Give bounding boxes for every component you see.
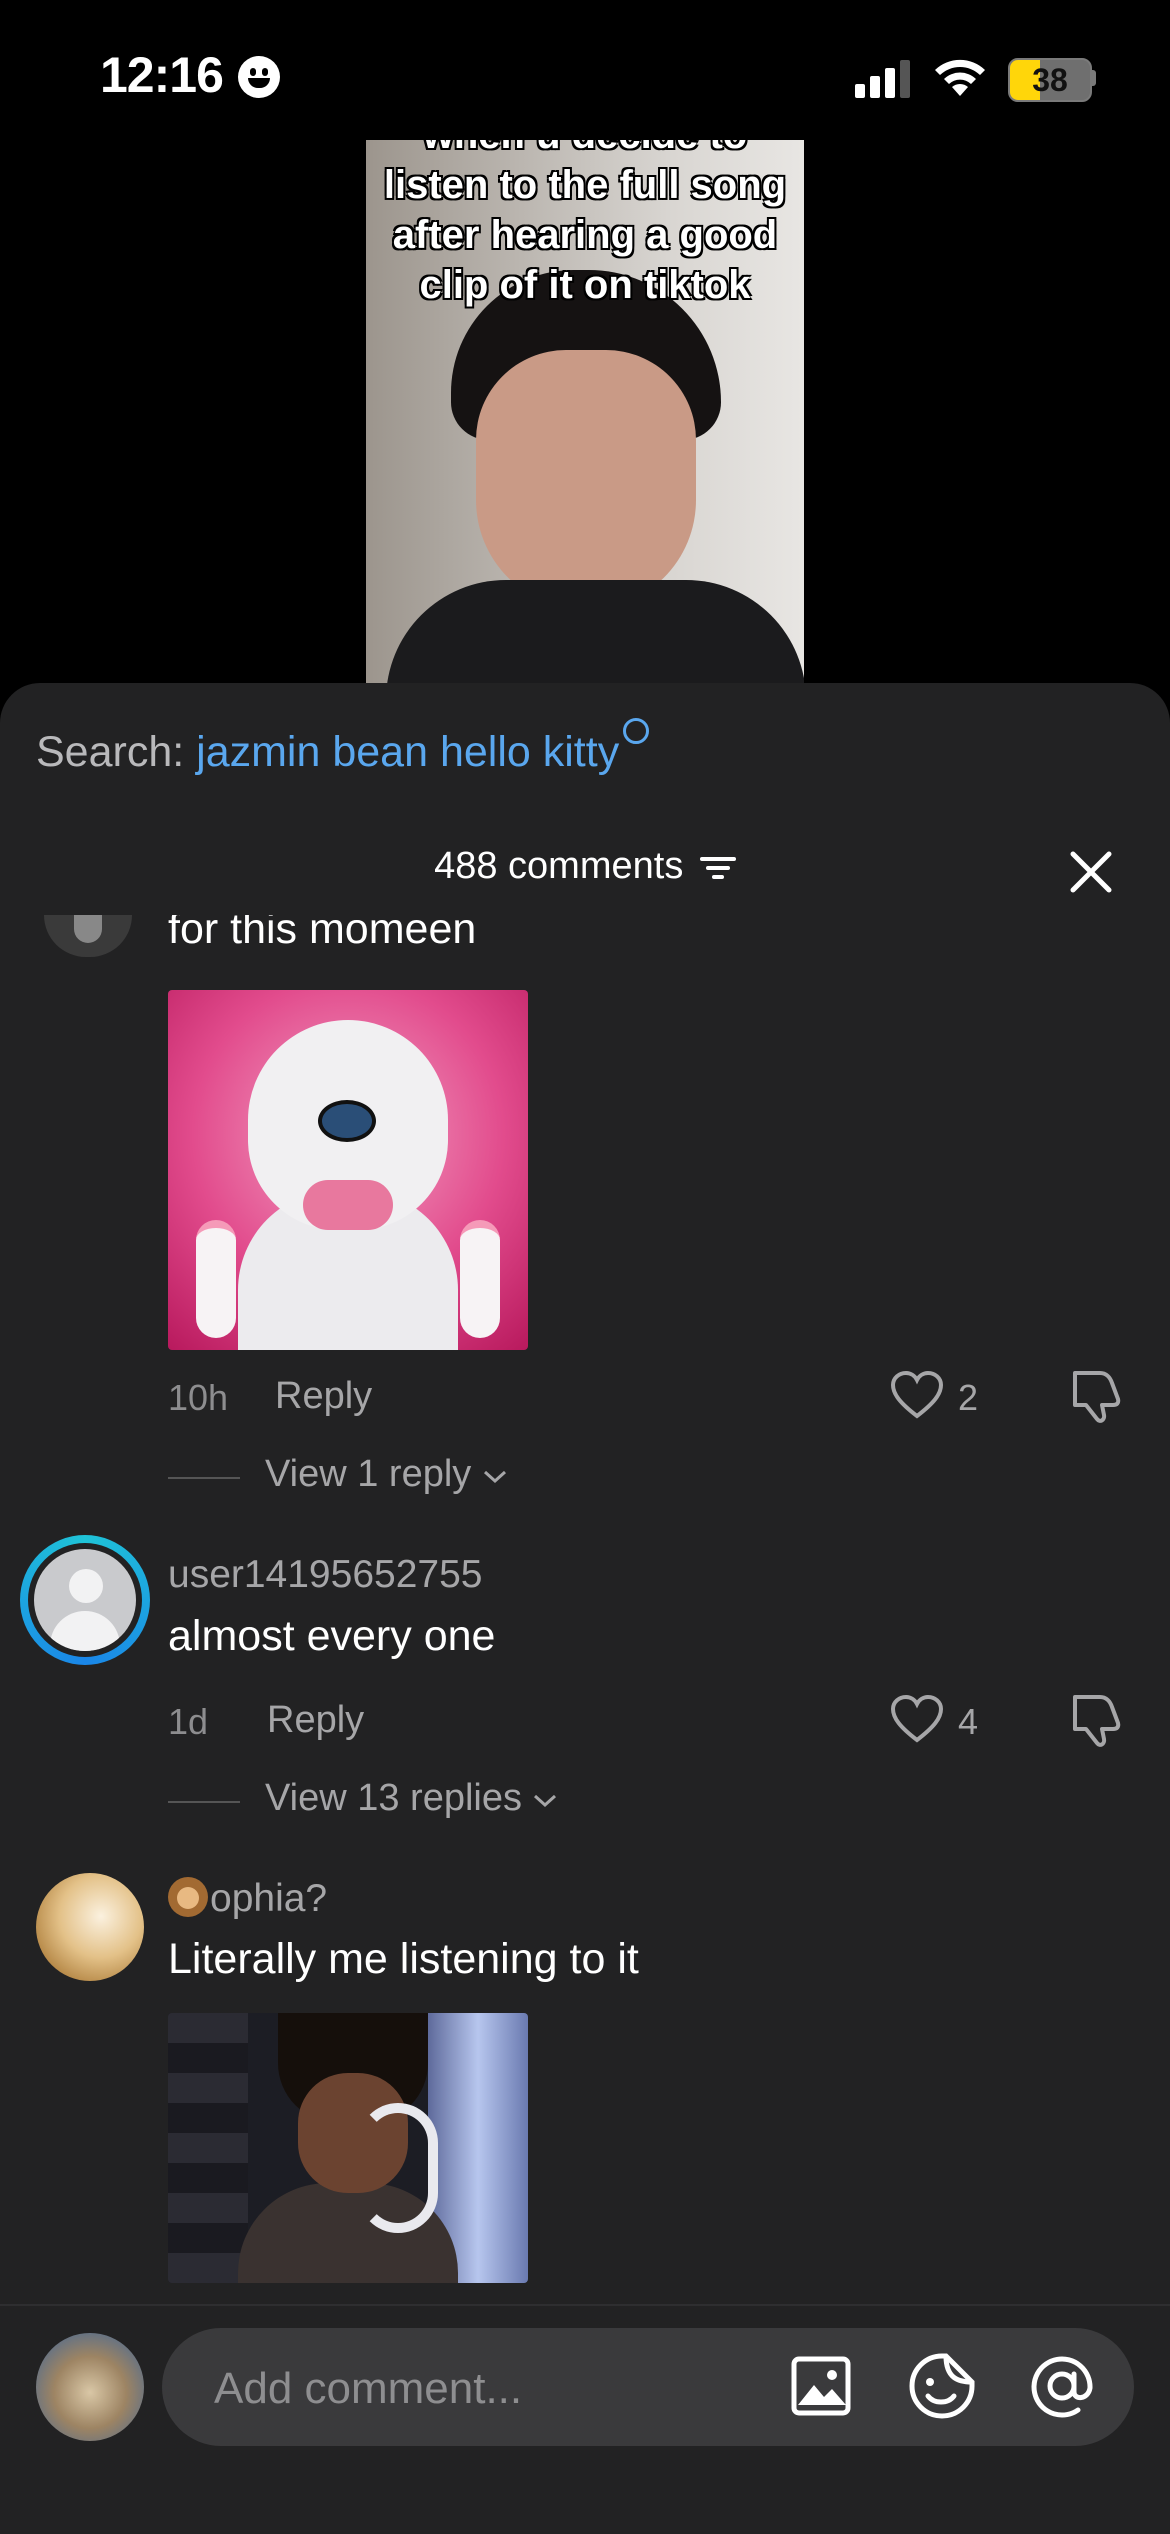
- view-replies-label: View 13 replies: [265, 1777, 523, 1819]
- reply-button[interactable]: Reply: [275, 1375, 372, 1418]
- battery-icon: 38: [1008, 58, 1092, 102]
- comment-gif[interactable]: [168, 2013, 528, 2283]
- my-avatar[interactable]: [36, 2333, 144, 2441]
- comment-input-placeholder[interactable]: Add comment...: [214, 2364, 522, 2414]
- avatar[interactable]: [20, 1535, 150, 1665]
- caption-line: listen to the full song: [383, 163, 787, 207]
- heart-icon[interactable]: [890, 1694, 944, 1744]
- comment-text: for this momeen: [168, 915, 477, 953]
- search-icon: [623, 718, 650, 744]
- avatar[interactable]: [36, 1873, 144, 1981]
- caption-line: clip of it on tiktok: [419, 263, 751, 307]
- comment-text: almost every one: [168, 1612, 496, 1660]
- battery-level: 38: [1032, 62, 1068, 98]
- search-prefix: Search:: [36, 728, 197, 776]
- image-icon[interactable]: [790, 2355, 852, 2417]
- dislike-icon[interactable]: [1070, 1365, 1124, 1425]
- view-replies-button[interactable]: View 13 replies: [265, 1777, 558, 1820]
- chevron-down-icon: [534, 1794, 557, 1808]
- smiley-icon: [238, 56, 280, 98]
- filter-icon[interactable]: [699, 853, 736, 883]
- comments-header[interactable]: 488 comments: [0, 845, 1170, 888]
- caption-line: after hearing a good: [392, 213, 778, 257]
- signal-icon: [855, 58, 915, 98]
- comment-text: Literally me listening to it: [168, 1935, 639, 1983]
- divider: [168, 1477, 240, 1479]
- status-time: 12:16: [100, 47, 224, 103]
- comment-username[interactable]: user14195652755: [168, 1553, 482, 1597]
- like-count: 2: [958, 1377, 979, 1418]
- comment-time: 1d: [168, 1701, 209, 1742]
- view-replies-button[interactable]: View 1 reply: [265, 1453, 508, 1496]
- battery-nub: [1091, 70, 1096, 86]
- comment-list[interactable]: for this momeen 10h Reply 2 View 1 reply…: [0, 915, 1170, 2305]
- search-term-link[interactable]: jazmin bean hello kitty: [196, 728, 619, 776]
- monkey-emoji-icon: [168, 1877, 208, 1917]
- reply-button[interactable]: Reply: [267, 1699, 364, 1742]
- close-icon[interactable]: [1065, 846, 1117, 898]
- video-caption: when u decide to listen to the full song…: [366, 140, 804, 310]
- dislike-icon[interactable]: [1070, 1689, 1124, 1749]
- divider: [168, 1801, 240, 1803]
- video-preview[interactable]: when u decide to listen to the full song…: [366, 140, 804, 685]
- mention-icon[interactable]: [1028, 2352, 1096, 2420]
- comment-time: 10h: [168, 1377, 229, 1418]
- comments-count: 488 comments: [434, 845, 684, 887]
- avatar[interactable]: [44, 915, 132, 957]
- like-count: 4: [958, 1701, 979, 1742]
- wifi-icon: [935, 59, 985, 96]
- view-replies-label: View 1 reply: [265, 1453, 472, 1495]
- sticker-icon[interactable]: [908, 2352, 976, 2420]
- heart-icon[interactable]: [890, 1370, 944, 1420]
- caption-cut-line: when u decide to: [366, 140, 804, 160]
- comment-gif[interactable]: [168, 990, 528, 1350]
- search-suggestion[interactable]: Search: jazmin bean hello kitty: [36, 718, 650, 777]
- comment-username[interactable]: ophia?: [168, 1877, 327, 1921]
- chevron-down-icon: [483, 1470, 506, 1484]
